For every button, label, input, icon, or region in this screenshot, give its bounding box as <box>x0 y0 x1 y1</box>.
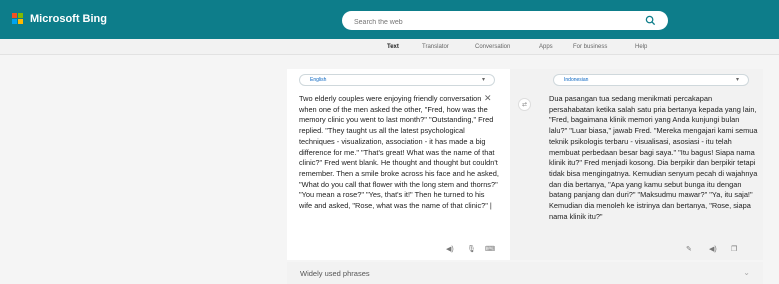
source-language-label: English <box>310 77 327 83</box>
top-bar: Microsoft Bing <box>0 0 779 39</box>
microphone-icon[interactable]: 🎙 <box>467 245 476 253</box>
copy-icon[interactable]: ❐ <box>731 245 737 253</box>
edit-icon[interactable]: ✎ <box>686 245 692 253</box>
search-box[interactable] <box>342 11 668 32</box>
tab-conversation[interactable]: Conversation <box>475 44 510 50</box>
source-language-select[interactable]: English ▾ <box>299 74 495 86</box>
chevron-down-icon[interactable]: ⌄ <box>743 268 750 277</box>
target-language-select[interactable]: Indonesian ▾ <box>553 74 749 86</box>
target-panel: Indonesian ▾ Dua pasangan tua sedang men… <box>541 69 763 260</box>
chevron-down-icon: ▾ <box>481 77 485 83</box>
widely-used-phrases[interactable]: Widely used phrases ⌄ <box>287 262 763 284</box>
clear-icon[interactable]: ✕ <box>484 93 492 104</box>
phrases-label: Widely used phrases <box>300 269 370 278</box>
source-text-area[interactable]: Two elderly couples were enjoying friend… <box>299 94 499 212</box>
bing-logo[interactable]: Microsoft Bing <box>12 13 107 25</box>
chevron-down-icon: ▾ <box>735 77 739 83</box>
tab-for-business[interactable]: For business <box>573 44 607 50</box>
swap-languages-icon[interactable]: ⇄ <box>518 98 531 111</box>
search-icon[interactable] <box>645 15 656 26</box>
tab-apps[interactable]: Apps <box>539 44 553 50</box>
source-panel: English ▾ Two elderly couples were enjoy… <box>287 69 510 260</box>
keyboard-icon[interactable]: ⌨ <box>485 245 495 253</box>
target-language-label: Indonesian <box>564 77 589 83</box>
tab-help[interactable]: Help <box>635 44 647 50</box>
search-input[interactable] <box>342 13 622 32</box>
microsoft-logo-icon <box>12 13 24 25</box>
tab-text[interactable]: Text <box>387 44 399 50</box>
translated-text: Dua pasangan tua sedang menikmati percak… <box>549 94 758 221</box>
speaker-icon[interactable]: ◀) <box>446 245 454 253</box>
brand-name: Microsoft Bing <box>30 13 107 25</box>
nav-bar: Text Translator Conversation Apps For bu… <box>0 39 779 55</box>
tab-translator[interactable]: Translator <box>422 44 449 50</box>
speaker-icon[interactable]: ◀) <box>709 245 717 253</box>
